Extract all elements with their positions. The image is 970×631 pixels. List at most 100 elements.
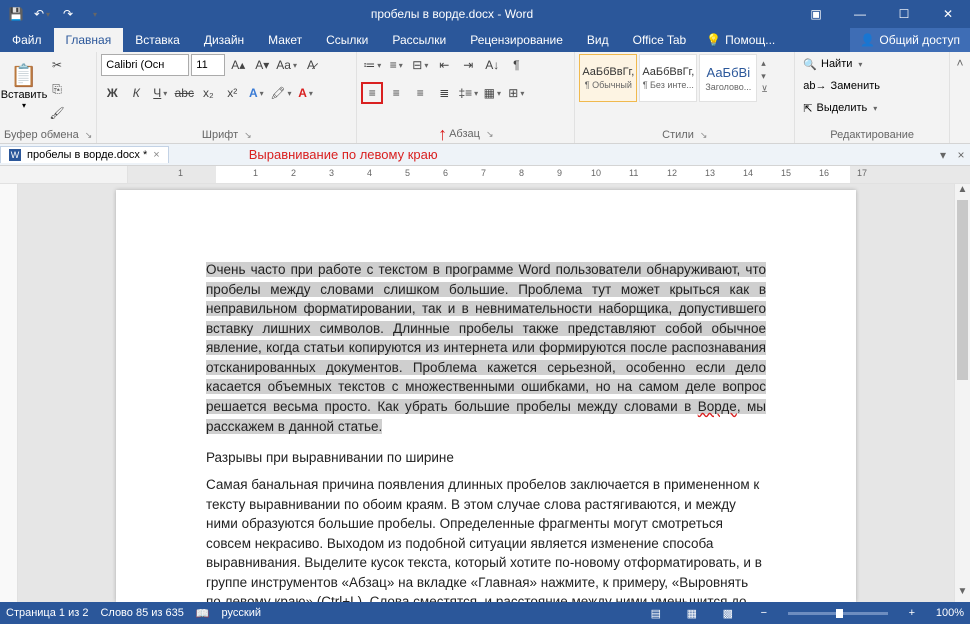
- annotation-arrow-icon: ↑: [438, 127, 447, 141]
- heading-1[interactable]: Разрывы при выравнивании по ширине: [206, 450, 766, 465]
- align-left-button[interactable]: ≡: [361, 82, 383, 104]
- paragraph-launcher[interactable]: ↘: [486, 129, 494, 140]
- scroll-up-button[interactable]: ▲: [955, 184, 970, 200]
- decrease-indent-button[interactable]: ⇤: [433, 54, 455, 76]
- replace-button[interactable]: ab→ Заменить: [799, 76, 884, 96]
- text-effects-button[interactable]: A: [245, 82, 267, 104]
- show-marks-button[interactable]: ¶: [505, 54, 527, 76]
- status-proofing-icon[interactable]: 📖: [196, 607, 210, 620]
- status-words[interactable]: Слово 85 из 635: [100, 607, 183, 619]
- underline-button[interactable]: Ч: [149, 82, 171, 104]
- vertical-ruler[interactable]: [0, 184, 18, 602]
- horizontal-ruler[interactable]: 1 1 2 3 4 5 6 7 8 9 10 11 12 13 14 15 16…: [0, 166, 970, 184]
- grow-font-button[interactable]: A▴: [227, 54, 249, 76]
- line-spacing-button[interactable]: ‡≡: [457, 82, 479, 104]
- spellcheck-word: Ворде: [698, 399, 737, 414]
- maximize-button[interactable]: ☐: [882, 0, 926, 28]
- tab-review[interactable]: Рецензирование: [458, 28, 575, 52]
- font-color-button[interactable]: A: [295, 82, 317, 104]
- styles-launcher[interactable]: ↘: [700, 130, 708, 141]
- multilevel-button[interactable]: ⊟: [409, 54, 431, 76]
- shading-button[interactable]: ▦: [481, 82, 503, 104]
- close-button[interactable]: ✕: [926, 0, 970, 28]
- tab-design[interactable]: Дизайн: [192, 28, 256, 52]
- view-read-button[interactable]: ▤: [644, 607, 668, 620]
- style-name: Заголово...: [702, 82, 754, 92]
- subscript-button[interactable]: x₂: [197, 82, 219, 104]
- ruler-tick: 5: [405, 168, 410, 178]
- sort-button[interactable]: A↓: [481, 54, 503, 76]
- cut-button[interactable]: ✂: [46, 54, 68, 76]
- tab-references[interactable]: Ссылки: [314, 28, 380, 52]
- paragraph-1[interactable]: Очень часто при работе с текстом в прогр…: [206, 260, 766, 436]
- bullets-button[interactable]: ≔: [361, 54, 383, 76]
- tab-file[interactable]: Файл: [0, 28, 54, 52]
- italic-button[interactable]: К: [125, 82, 147, 104]
- bold-button[interactable]: Ж: [101, 82, 123, 104]
- zoom-in-button[interactable]: +: [900, 607, 924, 619]
- style-sample: АаБбВі: [707, 65, 751, 80]
- replace-label: Заменить: [831, 80, 880, 92]
- format-painter-button[interactable]: 🖌: [46, 102, 68, 124]
- tab-insert[interactable]: Вставка: [123, 28, 192, 52]
- collapse-ribbon-button[interactable]: ˄: [956, 56, 963, 70]
- copy-button[interactable]: ⎘: [46, 78, 68, 100]
- annotation-text: Выравнивание по левому краю: [169, 147, 438, 162]
- align-right-button[interactable]: ≡: [409, 82, 431, 104]
- select-button[interactable]: ⇱ Выделить: [799, 98, 881, 118]
- tell-me[interactable]: 💡 Помощ...: [698, 28, 783, 52]
- clipboard-launcher[interactable]: ↘: [85, 130, 93, 141]
- zoom-knob[interactable]: [836, 609, 843, 618]
- numbering-button[interactable]: ≡: [385, 54, 407, 76]
- find-button[interactable]: 🔍 Найти: [799, 54, 866, 74]
- clear-formatting-button[interactable]: A̷: [300, 54, 322, 76]
- zoom-slider[interactable]: [788, 612, 888, 615]
- tabstrip-close[interactable]: ×: [952, 148, 970, 162]
- increase-indent-button[interactable]: ⇥: [457, 54, 479, 76]
- font-launcher[interactable]: ↘: [244, 130, 252, 141]
- vertical-scrollbar[interactable]: ▲ ▼: [954, 184, 970, 602]
- document-tab[interactable]: W пробелы в ворде.docx * ×: [0, 146, 169, 163]
- ruler-tick: 14: [743, 168, 753, 178]
- change-case-button[interactable]: Aa: [275, 54, 298, 76]
- scroll-thumb[interactable]: [957, 200, 968, 380]
- zoom-out-button[interactable]: −: [752, 607, 776, 619]
- font-name-combo[interactable]: Calibri (Осн: [101, 54, 189, 76]
- borders-button[interactable]: ⊞: [505, 82, 527, 104]
- share-button[interactable]: 👤 Общий доступ: [850, 28, 970, 52]
- minimize-button[interactable]: —: [838, 0, 882, 28]
- tab-home[interactable]: Главная: [54, 28, 124, 52]
- strikethrough-button[interactable]: abc: [173, 82, 195, 104]
- status-language[interactable]: русский: [222, 607, 261, 619]
- style-normal[interactable]: АаБбВвГг, ¶ Обычный: [579, 54, 637, 102]
- scroll-down-button[interactable]: ▼: [955, 586, 970, 602]
- highlight-button[interactable]: 🖍: [269, 82, 292, 104]
- view-print-button[interactable]: ▦: [680, 607, 704, 620]
- undo-button[interactable]: ↶: [30, 2, 54, 26]
- tab-officetab[interactable]: Office Tab: [621, 28, 699, 52]
- shrink-font-button[interactable]: A▾: [251, 54, 273, 76]
- align-center-button[interactable]: ≡: [385, 82, 407, 104]
- styles-more[interactable]: ▴ ▾ ⊻: [759, 54, 770, 99]
- close-tab-button[interactable]: ×: [153, 149, 159, 161]
- document-page[interactable]: Очень часто при работе с текстом в прогр…: [116, 190, 856, 602]
- tabstrip-menu[interactable]: ▾: [934, 148, 952, 162]
- zoom-level[interactable]: 100%: [936, 607, 964, 619]
- justify-button[interactable]: ≣: [433, 82, 455, 104]
- view-web-button[interactable]: ▩: [716, 607, 740, 620]
- ribbon-options-button[interactable]: ▣: [794, 0, 838, 28]
- group-clipboard: 📋 Вставить ▾ ✂ ⎘ 🖌 Буфер обмена↘: [0, 52, 97, 143]
- paragraph-2[interactable]: Самая банальная причина появления длинны…: [206, 475, 766, 602]
- qat-customize[interactable]: [82, 2, 106, 26]
- paste-button[interactable]: 📋 Вставить ▾: [4, 54, 44, 118]
- tab-view[interactable]: Вид: [575, 28, 621, 52]
- tab-mailings[interactable]: Рассылки: [380, 28, 458, 52]
- style-no-spacing[interactable]: АаБбВвГг, ¶ Без инте...: [639, 54, 697, 102]
- save-button[interactable]: 💾: [4, 2, 28, 26]
- superscript-button[interactable]: x²: [221, 82, 243, 104]
- tab-layout[interactable]: Макет: [256, 28, 314, 52]
- style-heading1[interactable]: АаБбВі Заголово...: [699, 54, 757, 102]
- status-page[interactable]: Страница 1 из 2: [6, 607, 88, 619]
- font-size-combo[interactable]: 11: [191, 54, 225, 76]
- redo-button[interactable]: ↷: [56, 2, 80, 26]
